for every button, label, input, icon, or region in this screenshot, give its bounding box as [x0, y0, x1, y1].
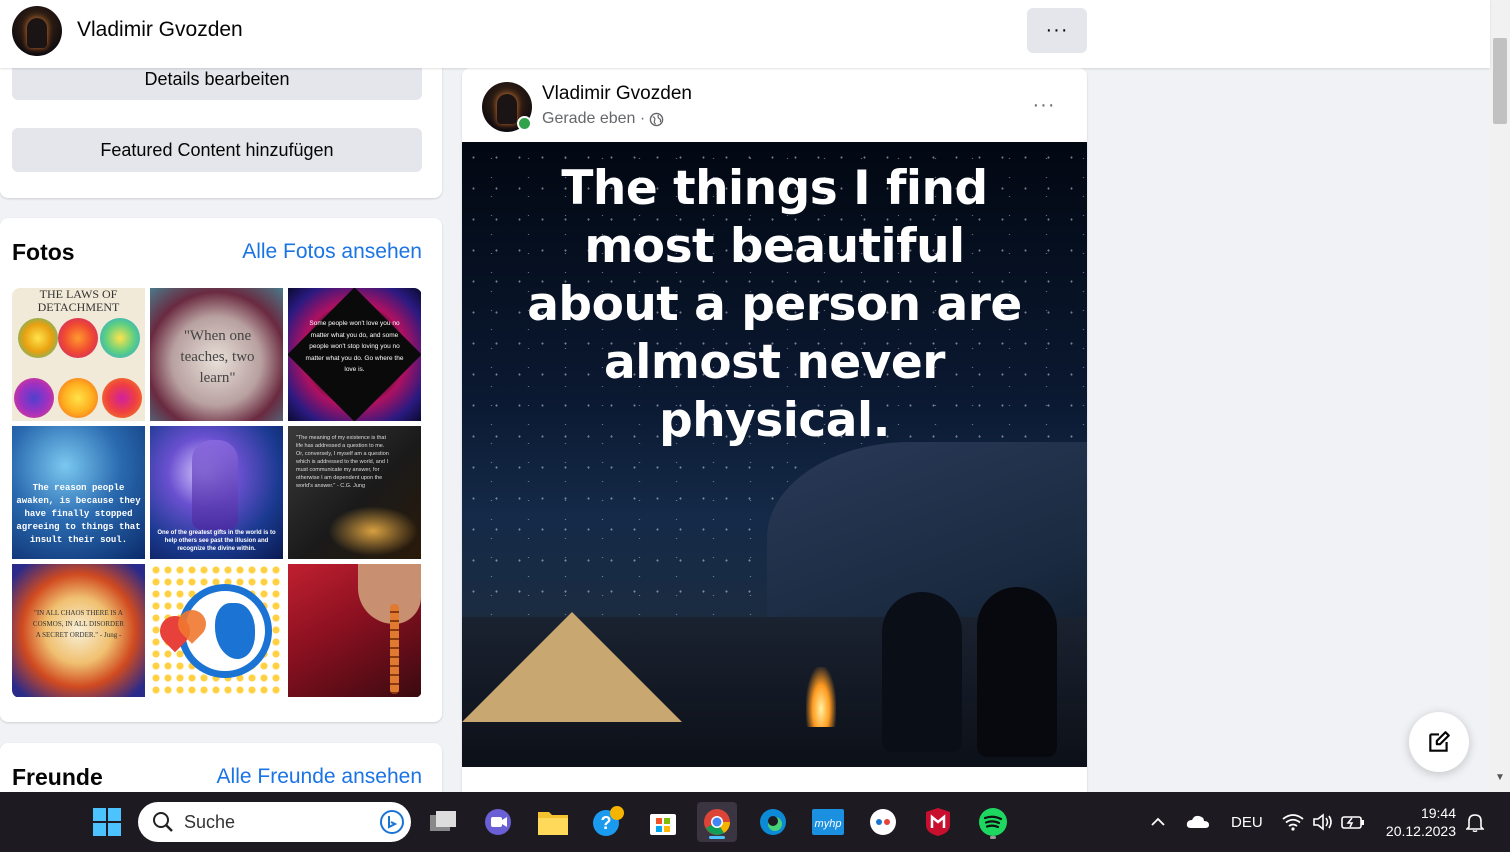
photo-caption: The reason people awaken, is because the… — [16, 483, 141, 545]
photo-thumbnail[interactable] — [150, 564, 283, 697]
new-message-button[interactable] — [1409, 712, 1469, 772]
search-icon — [153, 812, 173, 832]
compose-icon — [1429, 731, 1450, 752]
help-icon[interactable]: ? — [588, 802, 628, 842]
add-featured-button[interactable]: Featured Content hinzufügen — [12, 128, 422, 172]
clock-date: 20.12.2023 — [1385, 823, 1456, 839]
photo-thumbnail[interactable]: "IN ALL CHAOS THERE IS A COSMOS, IN ALL … — [12, 564, 145, 697]
myhp-icon[interactable]: myhp — [808, 802, 848, 842]
image-person — [977, 587, 1057, 757]
photo-decoration — [328, 506, 418, 556]
taskbar-search-box[interactable]: Suche — [138, 802, 411, 842]
post-timestamp[interactable]: Gerade eben · — [542, 110, 645, 128]
photo-caption: THE LAWS OF DETACHMENT — [37, 288, 120, 314]
wifi-icon[interactable] — [1276, 802, 1310, 842]
active-app-indicator — [709, 836, 725, 839]
onedrive-cloud-icon[interactable] — [1180, 802, 1216, 842]
photo-thumbnail[interactable]: "The meaning of my existence is that lif… — [288, 426, 421, 559]
volume-icon[interactable] — [1306, 802, 1340, 842]
online-status-indicator — [517, 116, 532, 131]
spotify-icon[interactable] — [973, 802, 1013, 842]
image-tent — [462, 612, 682, 722]
page-scrollbar[interactable]: ▼ — [1490, 0, 1510, 792]
profile-more-button[interactable]: ··· — [1027, 8, 1087, 53]
scroll-down-arrow-icon[interactable]: ▼ — [1495, 772, 1505, 783]
scrollbar-thumb[interactable] — [1493, 38, 1507, 124]
windows-taskbar: Suche ? myhp DEU 19:44 20.12.2023 — [0, 792, 1510, 852]
photos-title[interactable]: Fotos — [12, 239, 75, 266]
photo-decoration — [215, 603, 255, 659]
teams-chat-icon[interactable] — [478, 802, 518, 842]
photo-thumbnail[interactable] — [288, 564, 421, 697]
photo-decoration — [390, 604, 399, 694]
photo-thumbnail[interactable]: THE LAWS OF DETACHMENT — [12, 288, 145, 421]
photo-caption: Some people won't love you no matter wha… — [305, 320, 404, 373]
task-view-icon[interactable] — [423, 802, 463, 842]
photo-caption: "When one teaches, two learn" — [180, 328, 255, 386]
see-all-friends-link[interactable]: Alle Freunde ansehen — [217, 765, 422, 789]
file-explorer-icon[interactable] — [533, 802, 573, 842]
chevron-up-icon[interactable] — [1140, 802, 1176, 842]
photo-caption: "The meaning of my existence is that lif… — [296, 435, 389, 489]
post-image-quote: The things I find most beautiful about a… — [527, 161, 1022, 448]
notification-bell-icon[interactable] — [1458, 802, 1492, 842]
globe-icon[interactable] — [649, 112, 664, 127]
profile-name[interactable]: Vladimir Gvozden — [77, 18, 243, 42]
photo-decoration — [18, 318, 58, 358]
avatar-figure — [497, 94, 517, 124]
photo-decoration — [58, 318, 98, 358]
battery-icon[interactable] — [1336, 802, 1370, 842]
photo-thumbnail[interactable]: The reason people awaken, is because the… — [12, 426, 145, 559]
svg-text:?: ? — [601, 813, 612, 833]
chrome-icon[interactable] — [697, 802, 737, 842]
feed-post: Vladimir Gvozden Gerade eben · ··· The t… — [462, 68, 1087, 808]
photo-decoration — [102, 378, 142, 418]
image-person — [882, 592, 962, 752]
clock-time: 19:44 — [1420, 805, 1456, 821]
photo-decoration — [14, 378, 54, 418]
photo-caption: "IN ALL CHAOS THERE IS A COSMOS, IN ALL … — [32, 609, 125, 639]
post-meta: Gerade eben · — [542, 110, 664, 128]
myhp-label: myhp — [815, 818, 842, 830]
system-clock[interactable]: 19:44 20.12.2023 — [1384, 804, 1456, 840]
bing-icon — [380, 810, 404, 834]
photo-decoration — [192, 440, 238, 530]
profile-avatar[interactable] — [12, 6, 62, 56]
photo-decoration — [100, 318, 140, 358]
input-language-indicator[interactable]: DEU — [1231, 814, 1263, 831]
media-player-icon[interactable] — [863, 802, 903, 842]
photos-card: Fotos Alle Fotos ansehen THE LAWS OF DET… — [0, 218, 442, 722]
profile-header-bar: Vladimir Gvozden ··· — [0, 0, 1490, 68]
microsoft-store-icon[interactable] — [643, 802, 683, 842]
edge-icon[interactable] — [753, 802, 793, 842]
running-app-indicator — [990, 836, 996, 839]
photo-caption: One of the greatest gifts in the world i… — [157, 530, 276, 552]
photo-thumbnail[interactable]: One of the greatest gifts in the world i… — [150, 426, 283, 559]
image-campfire — [806, 667, 836, 727]
search-placeholder: Suche — [184, 811, 236, 832]
friends-title[interactable]: Freunde — [12, 764, 103, 791]
photo-thumbnail[interactable]: Some people won't love you no matter wha… — [288, 288, 421, 421]
post-image[interactable]: The things I find most beautiful about a… — [462, 142, 1087, 767]
avatar-figure — [27, 18, 47, 48]
mcafee-icon[interactable] — [918, 802, 958, 842]
photo-thumbnail[interactable]: "When one teaches, two learn" — [150, 288, 283, 421]
post-more-button[interactable]: ··· — [1024, 90, 1064, 120]
photo-grid: THE LAWS OF DETACHMENT "When one teaches… — [12, 288, 422, 698]
photo-decoration — [58, 378, 98, 418]
post-author-name[interactable]: Vladimir Gvozden — [542, 83, 692, 105]
windows-start-icon[interactable] — [87, 802, 127, 842]
see-all-photos-link[interactable]: Alle Fotos ansehen — [242, 240, 422, 264]
